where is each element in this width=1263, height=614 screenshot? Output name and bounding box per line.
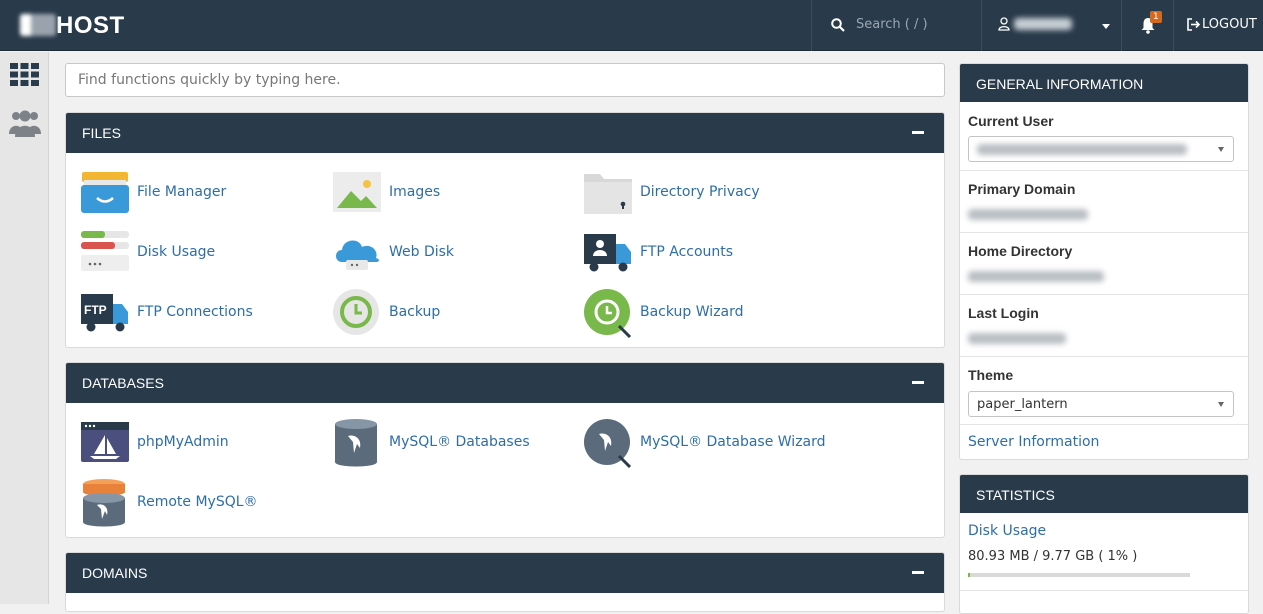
- quick-find-input[interactable]: [65, 63, 945, 97]
- user-menu[interactable]: [981, 0, 1121, 51]
- left-sidebar: [0, 52, 49, 604]
- domains-panel: DOMAINS: [65, 552, 945, 612]
- remote-mysql-icon: [83, 479, 125, 527]
- disk-usage-progress: [968, 573, 1190, 577]
- disk-usage-link[interactable]: Disk Usage: [80, 228, 320, 278]
- web-disk-link[interactable]: Web Disk: [332, 228, 572, 278]
- disk-usage-stat: Disk Usage 80.93 MB / 9.77 GB ( 1% ): [960, 513, 1248, 591]
- backup-wizard-icon: [584, 289, 632, 338]
- statistics-header: STATISTICS: [960, 475, 1248, 513]
- ftp-accounts-link[interactable]: FTP Accounts: [583, 228, 823, 278]
- logout-label: LOGOUT: [1202, 17, 1257, 32]
- chevron-down-icon: [1102, 24, 1110, 29]
- disk-usage-progress-fill: [968, 573, 971, 577]
- phpmyadmin-link[interactable]: phpMyAdmin: [80, 418, 320, 468]
- collapse-icon[interactable]: [912, 131, 924, 134]
- top-navbar: HOST Search ( / ) 1 LOGOUT: [0, 0, 1263, 51]
- tools-grid-icon[interactable]: [10, 63, 39, 86]
- logout-button[interactable]: LOGOUT: [1173, 0, 1263, 51]
- theme-select[interactable]: paper_lantern: [968, 391, 1234, 417]
- svg-text:FTP: FTP: [84, 303, 107, 317]
- current-user-select[interactable]: [968, 136, 1234, 162]
- remote-mysql-link[interactable]: Remote MySQL®: [80, 478, 320, 528]
- mysql-databases-link[interactable]: MySQL® Databases: [332, 418, 572, 468]
- general-info-panel: GENERAL INFORMATION Current User Primary…: [959, 63, 1249, 460]
- backup-link[interactable]: Backup: [332, 288, 572, 338]
- collapse-icon[interactable]: [912, 381, 924, 384]
- home-directory-value-redacted: [968, 271, 1104, 282]
- server-info-row: Server Information: [960, 425, 1248, 459]
- current-user-value-redacted: [977, 144, 1187, 155]
- domains-title: DOMAINS: [82, 565, 148, 581]
- brand-logo[interactable]: HOST: [20, 12, 125, 40]
- mysql-wizard-icon: [584, 419, 632, 468]
- header-search-placeholder: Search ( / ): [856, 17, 928, 32]
- current-user-row: Current User: [960, 102, 1248, 171]
- last-login-row: Last Login: [960, 295, 1248, 357]
- header-search[interactable]: Search ( / ): [811, 0, 981, 51]
- user-name-redacted: [1014, 18, 1072, 30]
- file-manager-icon: [81, 172, 129, 213]
- files-title: FILES: [82, 125, 121, 141]
- folder-lock-icon: [584, 174, 632, 214]
- directory-privacy-link[interactable]: Directory Privacy: [583, 168, 823, 218]
- users-icon[interactable]: [9, 108, 41, 138]
- backup-wizard-link[interactable]: Backup Wizard: [583, 288, 823, 338]
- search-icon: [831, 18, 845, 32]
- mysql-database-icon: [335, 419, 377, 467]
- primary-domain-value-redacted: [968, 209, 1088, 220]
- files-panel: FILES File Manager Images Directory Priv…: [65, 112, 945, 348]
- user-icon: [998, 17, 1010, 31]
- disk-usage-stat-link[interactable]: Disk Usage: [968, 523, 1046, 539]
- ftp-connections-link[interactable]: FTP FTP Connections: [80, 288, 320, 338]
- disk-usage-icon: [81, 231, 129, 271]
- logout-icon: [1187, 18, 1200, 31]
- images-link[interactable]: Images: [332, 168, 572, 218]
- phpmyadmin-icon: [81, 422, 129, 462]
- mysql-database-wizard-link[interactable]: MySQL® Database Wizard: [583, 418, 826, 468]
- server-information-link[interactable]: Server Information: [968, 434, 1099, 450]
- images-icon: [333, 172, 381, 212]
- last-login-value-redacted: [968, 333, 1066, 344]
- collapse-icon[interactable]: [912, 571, 924, 574]
- theme-row: Theme paper_lantern: [960, 357, 1248, 425]
- file-manager-link[interactable]: File Manager: [80, 168, 320, 218]
- ftp-accounts-icon: [584, 234, 631, 272]
- statistics-panel: STATISTICS Disk Usage 80.93 MB / 9.77 GB…: [959, 474, 1249, 614]
- notification-badge: 1: [1150, 11, 1162, 23]
- chevron-down-icon: [1218, 402, 1224, 407]
- primary-domain-row: Primary Domain: [960, 171, 1248, 233]
- cloud-disk-icon: [336, 240, 379, 270]
- ftp-connections-icon: FTP: [81, 294, 128, 332]
- files-panel-header[interactable]: FILES: [66, 113, 944, 153]
- notifications-button[interactable]: 1: [1121, 0, 1173, 51]
- databases-panel: DATABASES phpMyAdmin MySQL® Databases My…: [65, 362, 945, 538]
- home-directory-row: Home Directory: [960, 233, 1248, 295]
- domains-panel-header[interactable]: DOMAINS: [66, 553, 944, 593]
- disk-usage-stat-value: 80.93 MB / 9.77 GB ( 1% ): [968, 549, 1138, 564]
- databases-title: DATABASES: [82, 375, 164, 391]
- databases-panel-header[interactable]: DATABASES: [66, 363, 944, 403]
- general-info-header: GENERAL INFORMATION: [960, 64, 1248, 102]
- chevron-down-icon: [1218, 147, 1224, 152]
- backup-icon: [333, 289, 379, 335]
